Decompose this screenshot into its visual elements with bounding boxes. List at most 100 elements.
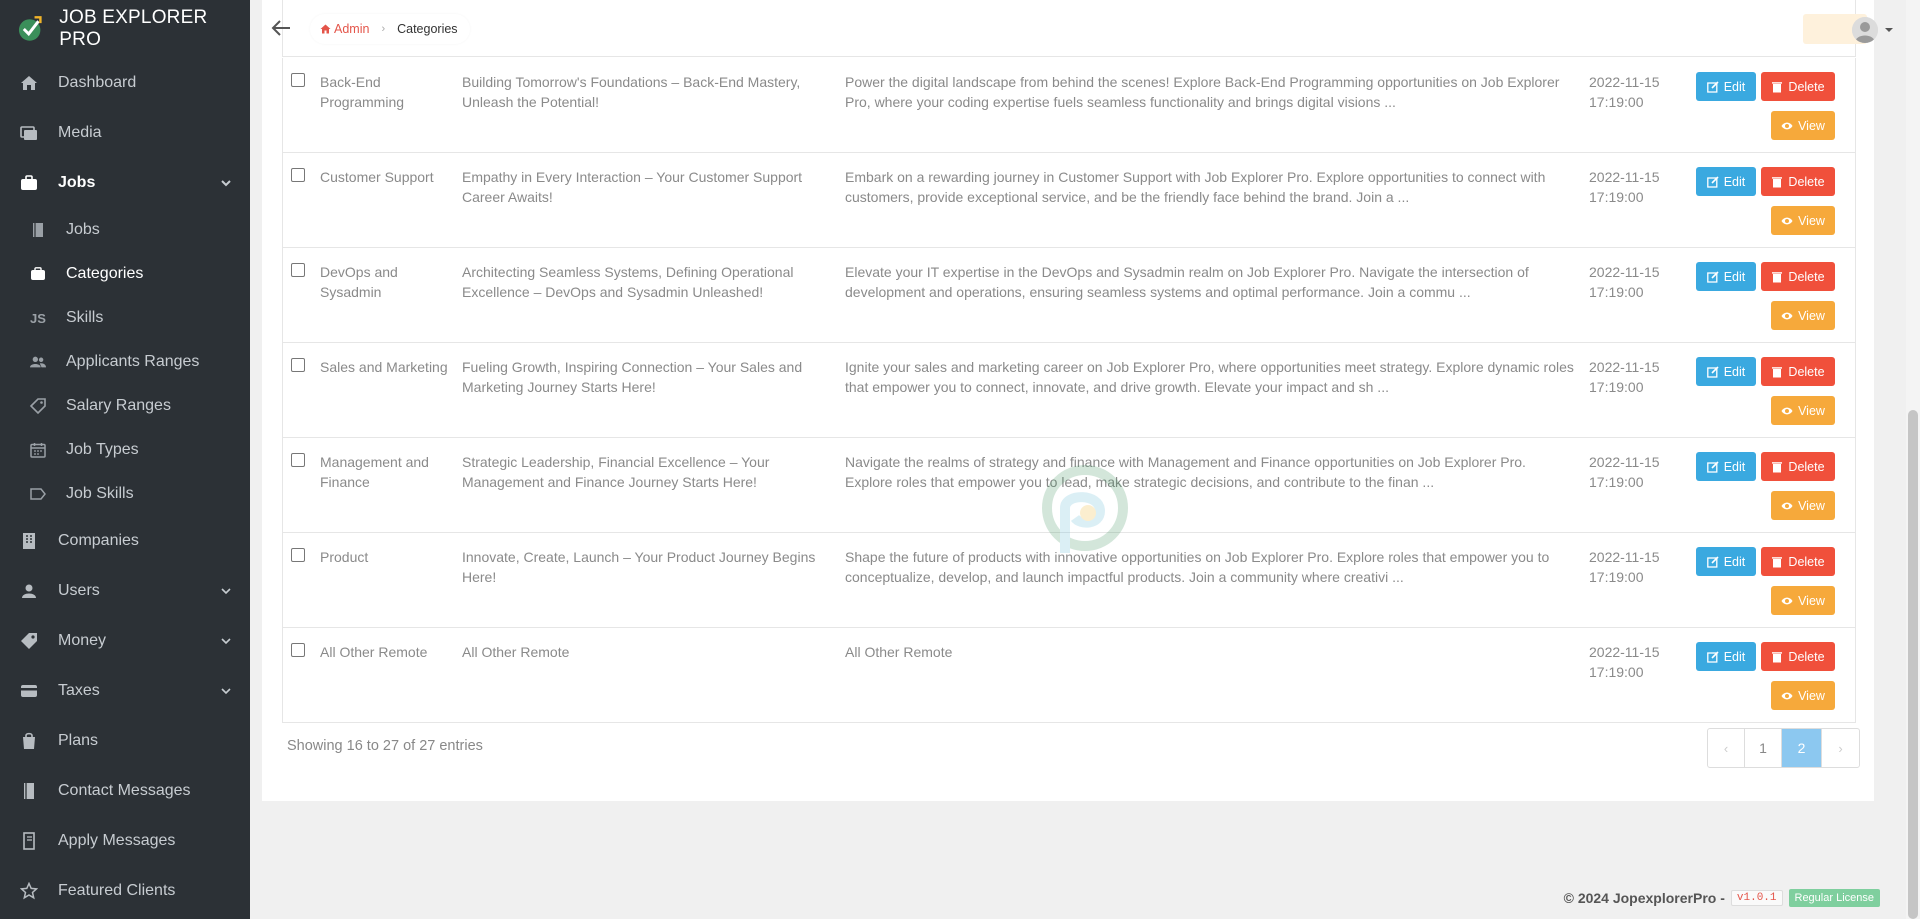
row-actions: Edit Delete View	[1696, 547, 1846, 617]
created-date: 2022-11-15	[1589, 359, 1660, 375]
created-time: 17:19:00	[1589, 474, 1644, 490]
sidebar-item-label: Plans	[58, 732, 99, 749]
brand-logo-icon	[18, 16, 42, 41]
row-checkbox[interactable]	[291, 548, 305, 562]
delete-button[interactable]: Delete	[1761, 642, 1835, 671]
sidebar-item-plans[interactable]: Plans	[0, 716, 250, 766]
trash-icon	[1772, 461, 1783, 472]
table-row: DevOps and Sysadmin Architecting Seamless…	[283, 248, 1855, 343]
row-checkbox[interactable]	[291, 358, 305, 372]
sidebar-item-media[interactable]: Media	[0, 108, 250, 158]
delete-label: Delete	[1788, 364, 1825, 379]
trash-icon	[1772, 176, 1783, 187]
card-icon	[20, 682, 38, 700]
brand[interactable]: JOB EXPLORER PRO	[0, 0, 250, 58]
view-button[interactable]: View	[1771, 396, 1835, 425]
sidebar-subitem-job-types[interactable]: Job Types	[0, 428, 250, 472]
edit-button[interactable]: Edit	[1696, 72, 1756, 101]
edit-button[interactable]: Edit	[1696, 357, 1756, 386]
edit-icon	[1706, 80, 1719, 93]
sidebar-item-companies[interactable]: Companies	[0, 516, 250, 566]
page-1-button[interactable]: 1	[1745, 729, 1782, 767]
view-button[interactable]: View	[1771, 111, 1835, 140]
view-label: View	[1798, 213, 1825, 228]
view-button[interactable]: View	[1771, 301, 1835, 330]
sidebar-subitem-categories[interactable]: Categories	[0, 252, 250, 296]
category-description: Ignite your sales and marketing career o…	[845, 359, 1574, 395]
delete-button[interactable]: Delete	[1761, 357, 1835, 386]
delete-button[interactable]: Delete	[1761, 72, 1835, 101]
view-button[interactable]: View	[1771, 586, 1835, 615]
sidebar-item-label: Money	[58, 632, 107, 649]
delete-button[interactable]: Delete	[1761, 167, 1835, 196]
created-date: 2022-11-15	[1589, 549, 1660, 565]
edit-icon	[1706, 270, 1719, 283]
sidebar-subitem-skills[interactable]: JS Skills	[0, 296, 250, 340]
scrollbar-thumb[interactable]	[1908, 410, 1918, 919]
sidebar-item-users[interactable]: Users	[0, 566, 250, 616]
view-button[interactable]: View	[1771, 491, 1835, 520]
sidebar-subitem-salary-ranges[interactable]: Salary Ranges	[0, 384, 250, 428]
js-icon: JS	[30, 310, 46, 326]
view-button[interactable]: View	[1771, 206, 1835, 235]
row-actions: Edit Delete View	[1696, 167, 1846, 237]
created-time: 17:19:00	[1589, 569, 1644, 585]
sidebar-subitem-applicants-ranges[interactable]: Applicants Ranges	[0, 340, 250, 384]
table-row: All Other Remote All Other Remote All Othe…	[283, 628, 1855, 722]
sidebar-item-jobs[interactable]: Jobs	[0, 158, 250, 208]
sidebar-item-money[interactable]: Money	[0, 616, 250, 666]
sidebar-subitem-job-skills[interactable]: Job Skills	[0, 472, 250, 516]
license-badge: Regular License	[1788, 889, 1880, 907]
sidebar-item-dashboard[interactable]: Dashboard	[0, 58, 250, 108]
eye-icon	[1781, 692, 1793, 699]
delete-button[interactable]: Delete	[1761, 452, 1835, 481]
copyright-text: © 2024 JopexplorerPro -	[1563, 890, 1725, 906]
sidebar-subitem-label: Categories	[66, 265, 144, 282]
sidebar-item-featured-clients[interactable]: Featured Clients	[0, 866, 250, 916]
sidebar-item-apply-messages[interactable]: Apply Messages	[0, 816, 250, 866]
edit-button[interactable]: Edit	[1696, 452, 1756, 481]
view-button[interactable]: View	[1771, 681, 1835, 710]
scrollbar[interactable]	[1906, 0, 1920, 919]
created-at: 2022-11-15 17:19:00	[1589, 167, 1679, 207]
row-checkbox[interactable]	[291, 453, 305, 467]
trash-icon	[1772, 366, 1783, 377]
building-icon	[20, 532, 38, 550]
row-checkbox[interactable]	[291, 263, 305, 277]
view-label: View	[1798, 593, 1825, 608]
breadcrumb-home[interactable]: Admin	[320, 22, 369, 36]
sidebar-subitem-jobs[interactable]: Jobs	[0, 208, 250, 252]
edit-label: Edit	[1723, 79, 1746, 94]
avatar[interactable]	[1852, 17, 1878, 43]
sidebar-item-contact-messages[interactable]: Contact Messages	[0, 766, 250, 816]
chevron-down-icon	[221, 688, 231, 695]
sidebar-item-taxes[interactable]: Taxes	[0, 666, 250, 716]
delete-button[interactable]: Delete	[1761, 547, 1835, 576]
edit-button[interactable]: Edit	[1696, 262, 1756, 291]
chevron-down-icon	[221, 638, 231, 645]
sidebar-item-label: Companies	[58, 532, 139, 549]
row-checkbox[interactable]	[291, 643, 305, 657]
eye-icon	[1781, 597, 1793, 604]
edit-button[interactable]: Edit	[1696, 642, 1756, 671]
page-2-button[interactable]: 2	[1782, 729, 1822, 767]
row-checkbox[interactable]	[291, 73, 305, 87]
view-label: View	[1798, 308, 1825, 323]
delete-button[interactable]: Delete	[1761, 262, 1835, 291]
caret-down-icon[interactable]	[1884, 26, 1894, 34]
topbar: Admin › Categories	[250, 0, 1920, 58]
page-prev-button[interactable]: ‹	[1708, 729, 1745, 767]
page-next-button[interactable]: ›	[1822, 729, 1859, 767]
trash-icon	[1772, 556, 1783, 567]
back-arrow-icon[interactable]	[270, 17, 292, 39]
chevron-down-icon	[221, 588, 231, 595]
row-actions: Edit Delete View	[1696, 262, 1846, 332]
row-checkbox[interactable]	[291, 168, 305, 182]
star-icon	[20, 882, 38, 900]
edit-button[interactable]: Edit	[1696, 547, 1756, 576]
edit-button[interactable]: Edit	[1696, 167, 1756, 196]
created-time: 17:19:00	[1589, 664, 1644, 680]
edit-label: Edit	[1723, 649, 1746, 664]
edit-label: Edit	[1723, 364, 1746, 379]
edit-icon	[1706, 650, 1719, 663]
